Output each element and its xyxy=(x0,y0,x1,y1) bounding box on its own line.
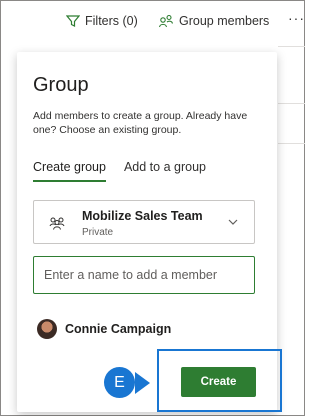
panel-description: Add members to create a group. Already h… xyxy=(33,110,248,136)
callout-badge: E xyxy=(104,367,135,398)
member-name: Connie Campaign xyxy=(65,322,172,336)
member-item: Connie Campaign xyxy=(37,319,171,339)
create-button[interactable]: Create xyxy=(181,367,256,397)
divider xyxy=(278,143,305,144)
avatar xyxy=(37,319,57,339)
toolbar: Filters (0) Group members ··· xyxy=(0,0,305,144)
group-tabs: Create group Add to a group xyxy=(33,160,206,182)
group-members-label: Group members xyxy=(179,14,270,28)
divider xyxy=(278,46,305,47)
tab-create-group[interactable]: Create group xyxy=(33,160,106,182)
panel-title: Group xyxy=(33,74,89,96)
divider xyxy=(278,103,305,104)
filters-label: Filters (0) xyxy=(85,14,138,28)
filter-icon xyxy=(66,15,80,27)
filters-button[interactable]: Filters (0) xyxy=(66,14,138,28)
chevron-down-icon xyxy=(228,219,238,225)
callout-arrow xyxy=(135,372,150,394)
team-name: Mobilize Sales Team xyxy=(82,209,203,223)
group-members-button[interactable]: Group members xyxy=(158,14,269,28)
add-member-input[interactable] xyxy=(33,256,255,294)
tab-add-to-group[interactable]: Add to a group xyxy=(124,160,206,182)
more-options-button[interactable]: ··· xyxy=(288,10,305,26)
team-icon xyxy=(49,217,65,230)
team-dropdown[interactable]: Mobilize Sales Team Private xyxy=(33,200,255,244)
team-visibility: Private xyxy=(82,227,114,238)
group-members-icon xyxy=(158,14,174,28)
